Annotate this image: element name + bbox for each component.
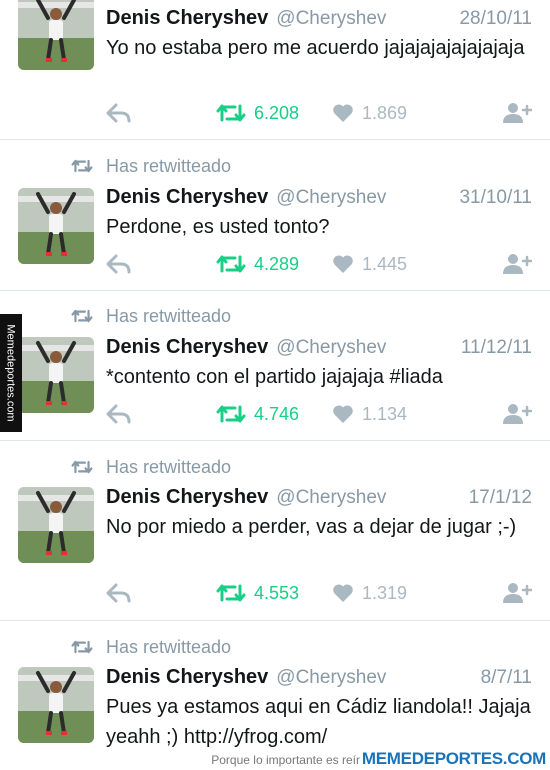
add-user-icon: [503, 583, 532, 603]
heart-icon: [333, 104, 353, 122]
retweeted-indicator: Has retwitteado: [70, 304, 231, 328]
author-name[interactable]: Denis Cheryshev: [106, 336, 268, 359]
avatar-photo-icon: [18, 188, 94, 264]
retweet-small-icon: [70, 157, 94, 175]
reply-button[interactable]: [106, 100, 132, 126]
avatar[interactable]: [18, 337, 94, 413]
author-handle[interactable]: @Cheryshev: [276, 337, 386, 359]
tweet-text: *contento con el partido jajajaja #liada: [106, 366, 443, 388]
retweet-small-icon: [70, 307, 94, 325]
avatar[interactable]: [18, 667, 94, 743]
avatar-photo-icon: [18, 667, 94, 743]
tweet-date[interactable]: 31/10/11: [459, 187, 532, 209]
retweeted-label: Has retwitteado: [106, 155, 232, 176]
like-button[interactable]: 1.869: [332, 100, 407, 126]
side-watermark-text: Memedeportes.com: [5, 324, 17, 422]
retweet-button[interactable]: 6.208: [216, 100, 299, 126]
tweet-card[interactable]: Denis Cheryshev @Cheryshev 28/10/11 Yo n…: [0, 0, 550, 140]
heart-icon: [333, 584, 353, 602]
author-handle[interactable]: @Cheryshev: [276, 667, 386, 689]
retweeted-label: Has retwitteado: [106, 305, 232, 326]
tweet-date[interactable]: 28/10/11: [459, 8, 532, 30]
retweet-button[interactable]: 4.746: [216, 401, 299, 427]
tweet-card[interactable]: Has retwitteado Denis Cheryshev @Cherysh…: [0, 140, 550, 291]
heart-icon: [333, 405, 353, 423]
tweet-text: Pues ya estamos aqui en Cádiz liandola!!…: [106, 696, 531, 748]
tweet-card[interactable]: Has retwitteado Denis Cheryshev @Cherysh…: [0, 291, 550, 441]
author-handle[interactable]: @Cheryshev: [276, 187, 386, 209]
avatar[interactable]: [18, 487, 94, 563]
reply-arrow-icon: [106, 583, 131, 603]
tweet-date[interactable]: 8/7/11: [481, 667, 532, 689]
retweeted-indicator: Has retwitteado: [70, 154, 231, 178]
like-button[interactable]: 1.445: [332, 251, 407, 277]
tweet-actions: 6.208 1.869: [106, 100, 532, 126]
reply-button[interactable]: [106, 401, 132, 427]
retweeted-indicator: Has retwitteado: [70, 635, 231, 659]
author-name[interactable]: Denis Cheryshev: [106, 666, 268, 689]
tweet-text: Perdone, es usted tonto?: [106, 216, 330, 238]
retweet-count: 4.746: [254, 403, 300, 424]
like-button[interactable]: 1.134: [332, 401, 407, 427]
reply-button[interactable]: [106, 580, 132, 606]
retweet-small-icon: [70, 458, 94, 476]
avatar-photo-icon: [18, 487, 94, 563]
follow-button[interactable]: [502, 580, 532, 606]
like-count: 1.319: [362, 582, 408, 603]
heart-icon: [333, 255, 353, 273]
retweet-button[interactable]: 4.553: [216, 580, 299, 606]
reply-arrow-icon: [106, 254, 131, 274]
retweet-arrows-icon: [216, 255, 246, 273]
like-button[interactable]: 1.319: [332, 580, 407, 606]
retweet-count: 4.289: [254, 253, 300, 274]
avatar-photo-icon: [18, 337, 94, 413]
tweet-actions: 4.289 1.445: [106, 251, 532, 277]
reply-arrow-icon: [106, 103, 131, 123]
reply-arrow-icon: [106, 404, 131, 424]
tweet-date[interactable]: 17/1/12: [469, 487, 532, 509]
retweeted-indicator: Has retwitteado: [70, 455, 231, 479]
retweet-count: 4.553: [254, 582, 300, 603]
tweet-card[interactable]: Has retwitteado Denis Cheryshev @Cherysh…: [0, 621, 550, 770]
footer-brand: MEMEDEPORTES.COM: [361, 749, 546, 768]
retweet-arrows-icon: [216, 104, 246, 122]
add-user-icon: [503, 103, 532, 123]
avatar[interactable]: [18, 0, 94, 70]
reply-button[interactable]: [106, 251, 132, 277]
add-user-icon: [503, 254, 532, 274]
avatar-photo-icon: [18, 0, 94, 70]
add-user-icon: [503, 404, 532, 424]
follow-button[interactable]: [502, 401, 532, 427]
retweet-button[interactable]: 4.289: [216, 251, 299, 277]
avatar[interactable]: [18, 188, 94, 264]
author-name[interactable]: Denis Cheryshev: [106, 186, 268, 209]
author-handle[interactable]: @Cheryshev: [276, 8, 386, 30]
follow-button[interactable]: [502, 251, 532, 277]
follow-button[interactable]: [502, 100, 532, 126]
tweet-date[interactable]: 11/12/11: [461, 337, 532, 359]
retweeted-label: Has retwitteado: [106, 456, 232, 477]
tweet-text: Yo no estaba pero me acuerdo jajajajajaj…: [106, 37, 525, 59]
tweet-text: No por miedo a perder, vas a dejar de ju…: [106, 516, 517, 538]
author-name[interactable]: Denis Cheryshev: [106, 486, 268, 509]
like-count: 1.869: [362, 102, 408, 123]
tweet-actions: 4.746 1.134: [106, 401, 532, 427]
like-count: 1.134: [362, 403, 408, 424]
retweet-small-icon: [70, 638, 94, 656]
author-name[interactable]: Denis Cheryshev: [106, 7, 268, 30]
tweet-card[interactable]: Has retwitteado Denis Cheryshev @Cherysh…: [0, 441, 550, 621]
side-watermark: Memedeportes.com: [0, 314, 22, 432]
like-count: 1.445: [362, 253, 408, 274]
retweet-arrows-icon: [216, 405, 246, 423]
retweeted-label: Has retwitteado: [106, 636, 232, 657]
author-handle[interactable]: @Cheryshev: [276, 487, 386, 509]
retweet-arrows-icon: [216, 584, 246, 602]
footer-slogan: Porque lo importante es reír: [211, 753, 360, 767]
tweet-actions: 4.553 1.319: [106, 580, 532, 606]
retweet-count: 6.208: [254, 102, 300, 123]
